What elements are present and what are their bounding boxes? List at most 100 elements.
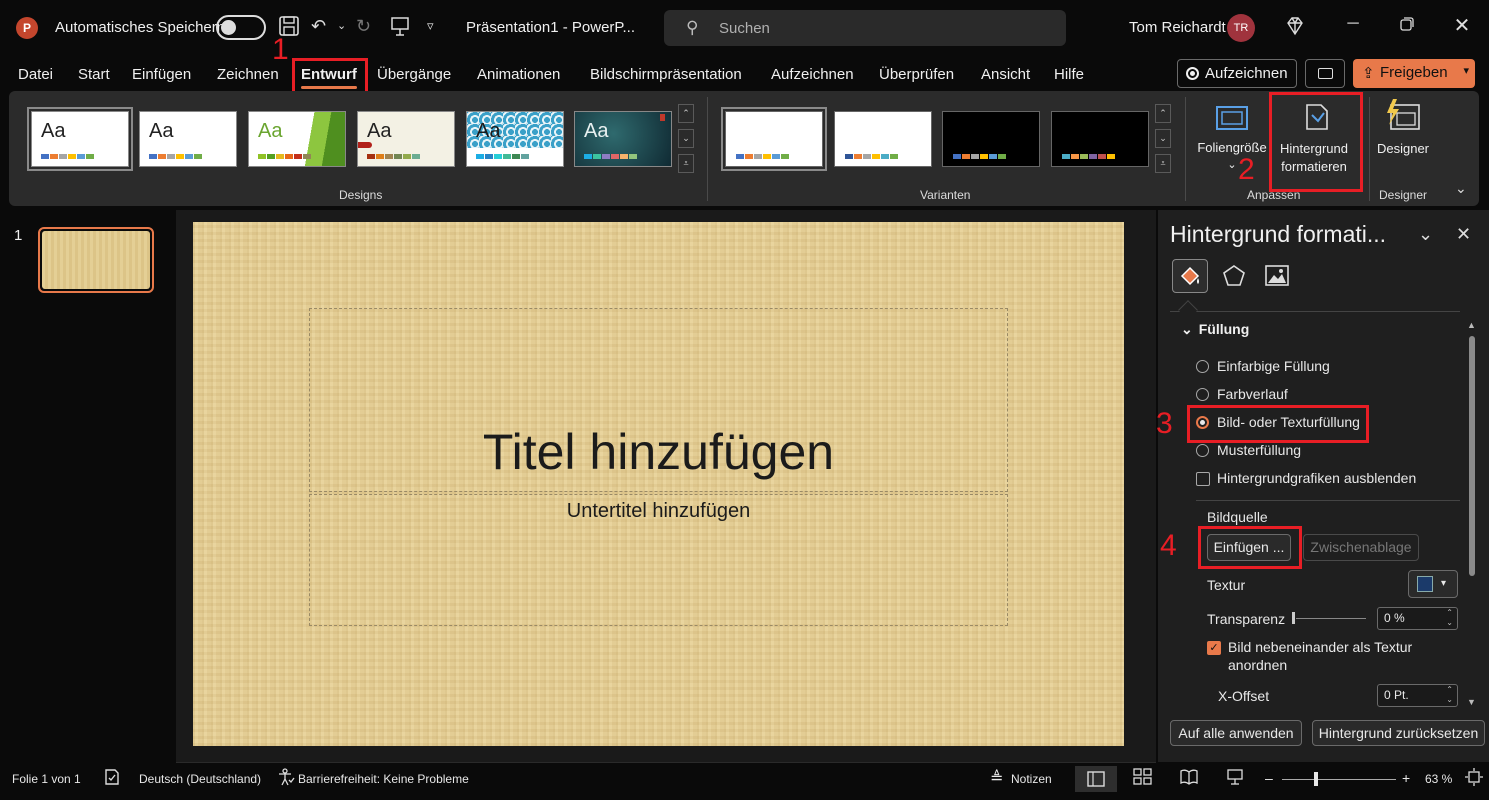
fit-to-window-icon[interactable] (1465, 768, 1483, 791)
annotation-1: 1 (272, 33, 289, 66)
scroll-thumb[interactable] (1469, 336, 1475, 576)
language[interactable]: Deutsch (Deutschland) (139, 772, 261, 786)
search-box[interactable]: ⚲ Suchen (664, 10, 1066, 46)
designs-scroll-up-icon[interactable]: ⌃ (678, 104, 694, 123)
slide-title: Titel hinzufügen (482, 424, 835, 480)
close-icon[interactable]: ✕ (1447, 13, 1477, 38)
scroll-up-icon[interactable]: ▲ (1467, 320, 1476, 330)
diamond-icon[interactable] (1284, 15, 1306, 42)
slide-thumbnail[interactable] (38, 227, 154, 293)
spinner-arrows-icon[interactable]: ⌃ ⌄ (1446, 685, 1453, 705)
variants-scroll-down-icon[interactable]: ⌄ (1155, 129, 1171, 148)
tab-datei[interactable]: Datei (18, 66, 53, 83)
title-placeholder[interactable]: Titel hinzufügen (309, 308, 1008, 492)
designs-scroll-down-icon[interactable]: ⌄ (678, 129, 694, 148)
variant-3[interactable] (942, 111, 1040, 167)
zoom-slider-thumb[interactable] (1314, 772, 1318, 786)
effects-icon[interactable] (1216, 259, 1252, 293)
transparency-slider[interactable] (1296, 618, 1366, 619)
tab-einfuegen[interactable]: Einfügen (132, 66, 191, 83)
tab-hilfe[interactable]: Hilfe (1054, 66, 1084, 83)
chevron-down-icon: ▾ (1441, 578, 1447, 589)
pane-close-icon[interactable]: ✕ (1456, 224, 1471, 245)
redo-icon[interactable]: ↻ (356, 15, 371, 37)
highlight-box-format-background (1269, 92, 1363, 192)
normal-view-button[interactable] (1075, 766, 1117, 792)
tab-animationen[interactable]: Animationen (477, 66, 560, 83)
reset-background-button[interactable]: Hintergrund zurücksetzen (1312, 720, 1485, 746)
fill-icon[interactable] (1172, 259, 1208, 293)
autosave-label: Automatisches Speichern (55, 19, 226, 36)
tab-zeichnen[interactable]: Zeichnen (217, 66, 279, 83)
zoom-slider[interactable] (1282, 779, 1396, 780)
radio-button[interactable] (1196, 444, 1209, 457)
chevron-down-icon[interactable]: ▾ (1463, 64, 1469, 77)
x-offset-input[interactable]: 0 Pt. ⌃ ⌄ (1377, 684, 1458, 707)
minimize-icon[interactable]: ─ (1338, 15, 1368, 33)
theme-ion[interactable]: Aa (357, 111, 455, 167)
editor-scrollbar[interactable] (176, 762, 1156, 763)
checkbox-checked[interactable]: ✓ (1207, 641, 1221, 655)
pane-options-chevron-icon[interactable]: ⌄ (1418, 224, 1433, 245)
variants-scroll-up-icon[interactable]: ⌃ (1155, 104, 1171, 123)
tab-bildschirmpraesentation[interactable]: Bildschirmpräsentation (590, 66, 742, 83)
apply-to-all-button[interactable]: Auf alle anwenden (1170, 720, 1302, 746)
accessibility-status[interactable]: Barrierefreiheit: Keine Probleme (298, 772, 469, 786)
tab-ansicht[interactable]: Ansicht (981, 66, 1030, 83)
designer-button[interactable]: Designer (1373, 95, 1433, 180)
avatar[interactable]: TR (1227, 14, 1255, 42)
zoom-out-icon[interactable]: – (1265, 770, 1273, 786)
annotation-2: 2 (1238, 153, 1255, 186)
undo-dropdown-icon[interactable]: ⌄ (337, 15, 346, 37)
slide-size-button[interactable]: Foliengröße ⌄ (1192, 99, 1272, 179)
picture-icon[interactable] (1259, 259, 1295, 293)
record-button[interactable]: Aufzeichnen (1177, 59, 1297, 88)
variant-4[interactable] (1051, 111, 1149, 167)
radio-button[interactable] (1196, 388, 1209, 401)
undo-icon[interactable]: ↶ (311, 15, 326, 37)
variants-more-icon[interactable]: ⩡ (1155, 154, 1171, 173)
transparency-input[interactable]: 0 % ⌃ ⌄ (1377, 607, 1458, 630)
radio-button[interactable] (1196, 360, 1209, 373)
notes-icon[interactable]: ≜ (990, 768, 1003, 788)
document-title: Präsentation1 - PowerP... (466, 19, 635, 36)
theme-pattern[interactable]: Aa (466, 111, 564, 167)
texture-picker[interactable]: ▾ (1408, 570, 1458, 598)
user-name[interactable]: Tom Reichardt (1129, 19, 1226, 36)
clipboard-button[interactable]: Zwischenablage (1303, 534, 1419, 561)
theme-dark[interactable]: Aa (574, 111, 672, 167)
customize-icon[interactable]: ▿ (427, 15, 434, 37)
spinner-arrows-icon[interactable]: ⌃ ⌄ (1446, 608, 1453, 628)
present-icon[interactable] (389, 15, 411, 42)
tab-aufzeichnen[interactable]: Aufzeichnen (771, 66, 854, 83)
spellcheck-icon[interactable] (103, 768, 121, 791)
fill-section-header[interactable]: ⌄ Füllung (1181, 321, 1249, 338)
zoom-in-icon[interactable]: + (1402, 770, 1410, 786)
scroll-down-icon[interactable]: ▼ (1467, 697, 1476, 707)
slide-sorter-icon[interactable] (1133, 768, 1153, 791)
comments-button[interactable] (1305, 59, 1345, 88)
tab-uebergaenge[interactable]: Übergänge (377, 66, 451, 83)
share-button[interactable]: ⇪ Freigeben ▾ (1353, 59, 1475, 88)
theme-office[interactable]: Aa (27, 107, 133, 171)
variant-2[interactable] (834, 111, 932, 167)
theme-facet[interactable]: Aa (248, 111, 346, 167)
subtitle-placeholder[interactable]: Untertitel hinzufügen (309, 494, 1008, 626)
pane-scrollbar[interactable]: ▲ ▼ (1467, 320, 1477, 708)
restore-icon[interactable] (1392, 17, 1422, 36)
reading-view-icon[interactable] (1180, 768, 1198, 791)
collapse-ribbon-icon[interactable]: ⌄ (1455, 180, 1467, 197)
variant-1[interactable] (721, 107, 827, 171)
slide-canvas[interactable]: Titel hinzufügen Untertitel hinzufügen (193, 222, 1124, 746)
notes-button[interactable]: Notizen (1011, 772, 1052, 786)
checkbox[interactable] (1196, 472, 1210, 486)
accessibility-icon[interactable] (277, 768, 295, 791)
transparency-slider-thumb[interactable] (1292, 612, 1295, 624)
zoom-level[interactable]: 63 % (1425, 772, 1452, 786)
tab-start[interactable]: Start (78, 66, 110, 83)
autosave-toggle[interactable] (216, 15, 266, 40)
tab-ueberpruefen[interactable]: Überprüfen (879, 66, 954, 83)
theme-office-2[interactable]: Aa (139, 111, 237, 167)
slideshow-icon[interactable] (1226, 768, 1244, 791)
designs-more-icon[interactable]: ⩡ (678, 154, 694, 173)
